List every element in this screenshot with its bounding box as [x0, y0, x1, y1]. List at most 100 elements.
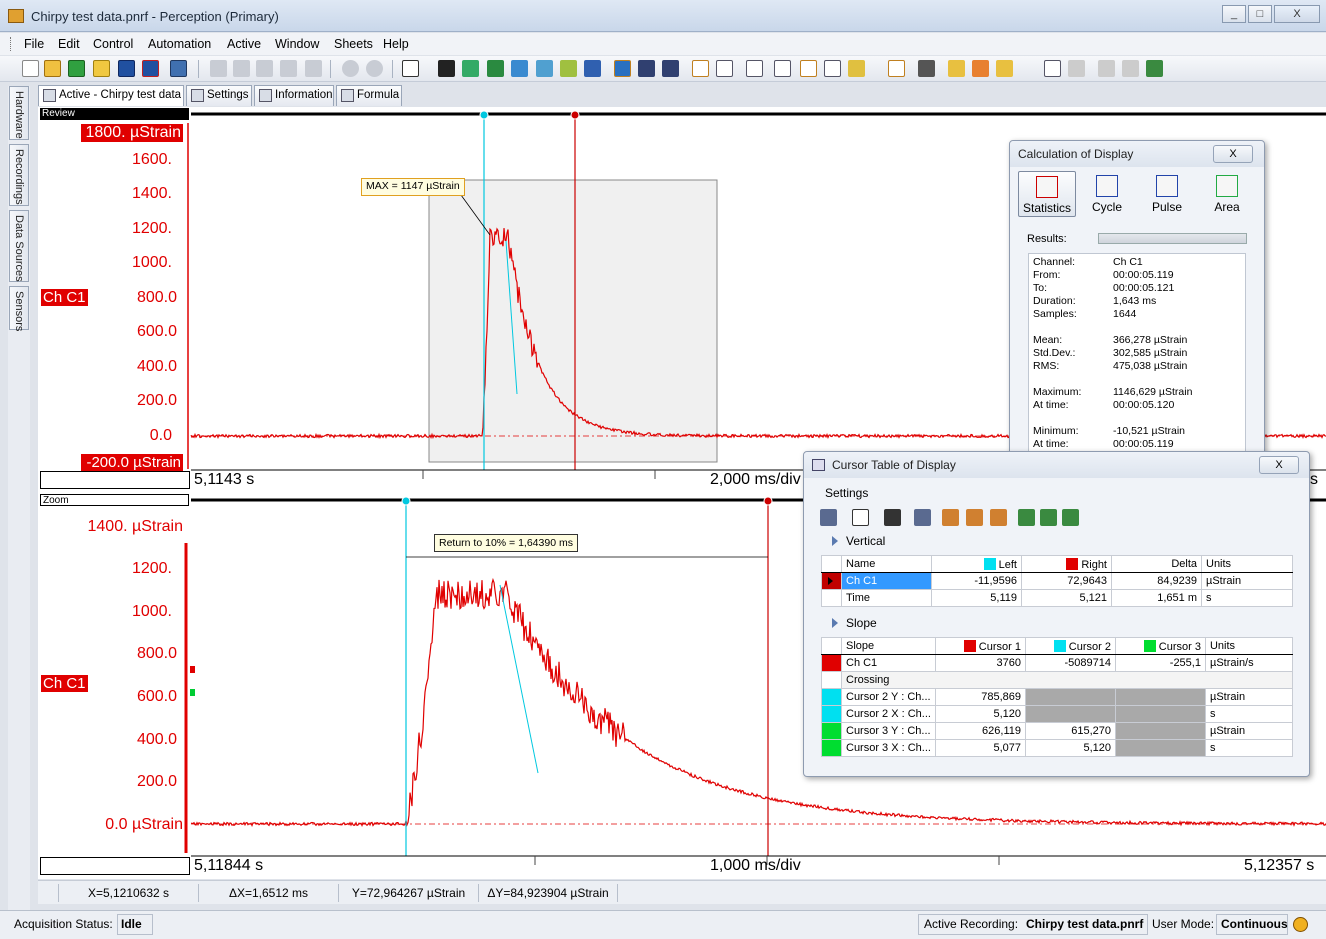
- tab-settings[interactable]: Settings: [186, 85, 252, 106]
- minimize-button[interactable]: _: [1222, 5, 1246, 23]
- vtab-recordings[interactable]: Recordings: [9, 144, 29, 206]
- vtab-hardware[interactable]: Hardware: [9, 86, 29, 140]
- cell-units[interactable]: µStrain: [1201, 572, 1293, 590]
- marker-icon[interactable]: [848, 60, 865, 77]
- menu-edit[interactable]: Edit: [58, 37, 80, 51]
- cell-units[interactable]: µStrain: [1204, 722, 1294, 740]
- zoom-in-icon[interactable]: [342, 60, 359, 77]
- menu-window[interactable]: Window: [275, 37, 319, 51]
- compress-icon[interactable]: [774, 60, 791, 77]
- horizontal-cursor-icon[interactable]: [746, 60, 763, 77]
- zoom-out-icon[interactable]: [366, 60, 383, 77]
- manual-trigger-icon[interactable]: [305, 60, 322, 77]
- meter-icon[interactable]: [462, 60, 479, 77]
- report-icon[interactable]: [948, 60, 965, 77]
- table-row[interactable]: Cursor 2 Y : Ch... 785,869 µStrain: [821, 688, 1294, 706]
- user-mode-value[interactable]: Continuous: [1221, 917, 1288, 931]
- vertical-section-header[interactable]: Vertical: [832, 534, 885, 548]
- zoom-cursor-right-handle[interactable]: [763, 496, 773, 506]
- cell-crossing-name[interactable]: Cursor 2 X : Ch...: [841, 705, 936, 723]
- menu-sheets[interactable]: Sheets: [334, 37, 373, 51]
- grid-icon[interactable]: [614, 60, 631, 77]
- copy-icon[interactable]: [1068, 60, 1085, 77]
- calculator-icon[interactable]: [888, 60, 905, 77]
- trigger-icon[interactable]: [280, 60, 297, 77]
- table-icon[interactable]: [536, 60, 553, 77]
- polar-icon[interactable]: [511, 60, 528, 77]
- menu-file[interactable]: File: [24, 37, 44, 51]
- cell-crossing-name[interactable]: Cursor 3 X : Ch...: [841, 739, 936, 757]
- cell-units[interactable]: s: [1201, 589, 1293, 607]
- cursor-icon[interactable]: [692, 60, 709, 77]
- review-channel-label[interactable]: Ch C1: [41, 289, 88, 306]
- review-cursor-left-handle[interactable]: [479, 110, 489, 120]
- open-recent-icon[interactable]: [68, 60, 85, 77]
- cursor-move-icon[interactable]: [914, 509, 931, 526]
- page-icon[interactable]: [1098, 60, 1115, 77]
- eng-format-icon[interactable]: [852, 509, 869, 526]
- close-button[interactable]: X: [1274, 5, 1320, 23]
- user-table-icon[interactable]: [584, 60, 601, 77]
- cursor-grid-icon[interactable]: [884, 509, 901, 526]
- display-icon[interactable]: [438, 60, 455, 77]
- excel-export-icon[interactable]: [1146, 60, 1163, 77]
- fit-icon[interactable]: [824, 60, 841, 77]
- new-icon[interactable]: [22, 60, 39, 77]
- stop-icon[interactable]: [233, 60, 250, 77]
- review-cursor-right-handle[interactable]: [570, 110, 580, 120]
- notes-icon[interactable]: [1044, 60, 1061, 77]
- cell-left[interactable]: -11,9596: [931, 572, 1022, 590]
- menu-automation[interactable]: Automation: [148, 37, 211, 51]
- table-row[interactable]: Cursor 2 X : Ch... 5,120 s: [821, 705, 1294, 723]
- cursor-copy-icon[interactable]: [942, 509, 959, 526]
- cursor-paste-icon[interactable]: [966, 509, 983, 526]
- binoculars-icon[interactable]: [638, 60, 655, 77]
- print-icon[interactable]: [918, 60, 935, 77]
- cell-cursor-1[interactable]: 626,119: [934, 722, 1026, 740]
- cell-cursor-1[interactable]: 785,869: [934, 688, 1026, 706]
- save-icon[interactable]: [118, 60, 135, 77]
- page-settings-icon[interactable]: [1122, 60, 1139, 77]
- calculation-close-button[interactable]: X: [1213, 145, 1253, 163]
- zoom-channel-label[interactable]: Ch C1: [41, 675, 88, 692]
- cell-cursor-3[interactable]: -255,1: [1114, 654, 1206, 672]
- table-row[interactable]: Cursor 3 X : Ch... 5,077 5,120 s: [821, 739, 1294, 757]
- menu-help[interactable]: Help: [383, 37, 409, 51]
- cursor-table-close-button[interactable]: X: [1259, 456, 1299, 474]
- cell-cursor-2[interactable]: 615,270: [1024, 722, 1116, 740]
- menu-active[interactable]: Active: [227, 37, 261, 51]
- calc-tab-statistics[interactable]: Statistics: [1018, 171, 1076, 217]
- cursor-export-icon[interactable]: [1018, 509, 1035, 526]
- table-row[interactable]: Ch C1 3760 -5089714 -255,1 µStrain/s: [821, 654, 1294, 672]
- vtab-sensors[interactable]: Sensors: [9, 286, 29, 331]
- cell-name[interactable]: Time: [841, 589, 932, 607]
- cell-cursor-1[interactable]: 5,077: [934, 739, 1026, 757]
- sticker-icon[interactable]: [972, 60, 989, 77]
- table-row[interactable]: Cursor 3 Y : Ch... 626,119 615,270 µStra…: [821, 722, 1294, 740]
- cell-units[interactable]: s: [1204, 739, 1294, 757]
- cursor-export-all-icon[interactable]: [1040, 509, 1057, 526]
- xy-icon[interactable]: [487, 60, 504, 77]
- cell-delta[interactable]: 1,651 m: [1111, 589, 1202, 607]
- map-icon[interactable]: [560, 60, 577, 77]
- calc-tab-area[interactable]: Area: [1198, 171, 1256, 217]
- cursor-settings-label[interactable]: Settings: [825, 486, 868, 500]
- calc-tab-pulse[interactable]: Pulse: [1138, 171, 1196, 217]
- tab-active-sheet[interactable]: Active - Chirpy test data: [38, 85, 184, 106]
- cell-cursor-1[interactable]: 5,120: [934, 705, 1026, 723]
- cell-cursor-2[interactable]: -5089714: [1024, 654, 1116, 672]
- open-icon[interactable]: [44, 60, 61, 77]
- tab-information[interactable]: Information: [254, 85, 334, 106]
- layout-icon[interactable]: [402, 60, 419, 77]
- experiment-icon[interactable]: [93, 60, 110, 77]
- cell-crossing-name[interactable]: Cursor 3 Y : Ch...: [841, 722, 936, 740]
- table-row[interactable]: Ch C1 -11,9596 72,9643 84,9239 µStrain: [821, 572, 1293, 590]
- zoom-cursor-left-handle[interactable]: [401, 496, 411, 506]
- vtab-data-sources[interactable]: Data Sources: [9, 210, 29, 282]
- start-icon[interactable]: [210, 60, 227, 77]
- pause-icon[interactable]: [256, 60, 273, 77]
- review-max-annotation[interactable]: MAX = 1147 µStrain: [361, 178, 465, 196]
- slope-section-header[interactable]: Slope: [832, 616, 877, 630]
- cell-right[interactable]: 72,9643: [1021, 572, 1112, 590]
- cell-cursor-1[interactable]: 3760: [934, 654, 1026, 672]
